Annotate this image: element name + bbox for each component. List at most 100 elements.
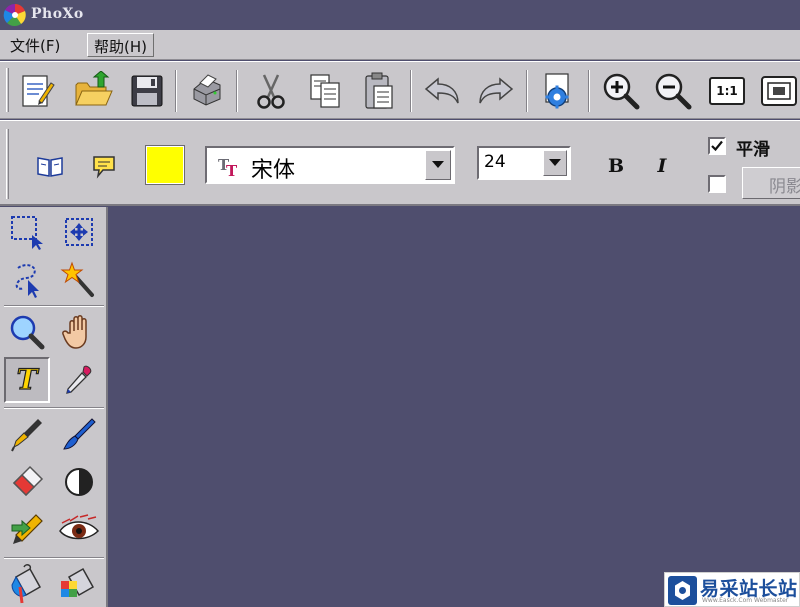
fountain-pen-icon — [11, 419, 42, 452]
print-button[interactable] — [184, 68, 230, 114]
zoom-in-icon — [603, 73, 640, 110]
redo-button[interactable] — [472, 68, 518, 114]
scissors-icon — [257, 74, 285, 109]
redo-arrow-icon — [479, 77, 514, 104]
paste-button[interactable] — [356, 68, 402, 114]
speech-bubble-button[interactable] — [86, 149, 122, 183]
settings-button[interactable] — [534, 68, 580, 114]
shadow-button-label: 阴影 — [769, 177, 800, 197]
chevron-down-icon — [432, 161, 444, 168]
floppy-disk-icon — [131, 75, 163, 107]
undo-arrow-icon — [424, 77, 459, 104]
save-button[interactable] — [124, 68, 170, 114]
chevron-down-icon — [549, 159, 561, 166]
rect-select-tool[interactable] — [4, 209, 50, 255]
actual-size-icon: 1:1 — [709, 77, 745, 105]
text-tool[interactable]: T — [4, 357, 50, 403]
menu-file[interactable]: 文件(F) — [4, 33, 66, 57]
brush-icon — [63, 418, 96, 450]
tool-separator — [4, 305, 104, 307]
watermark-subtext: Www.Easck.Com Webmaster — [702, 597, 789, 604]
truetype-font-icon: T T — [218, 156, 238, 177]
font-size-select[interactable]: 24 — [477, 146, 571, 180]
menu-help[interactable]: 帮助(H) — [87, 33, 154, 57]
phoxo-logo-icon — [3, 3, 26, 27]
text-bar-grip[interactable] — [6, 129, 9, 199]
clone-pencil-icon — [11, 514, 43, 544]
paint-bucket-icon — [11, 564, 42, 604]
lasso-icon — [15, 264, 39, 298]
toolbar-separator — [236, 70, 238, 112]
undo-button[interactable] — [420, 68, 466, 114]
menu-bar: 文件(F) 帮助(H) — [0, 30, 800, 60]
zoom-in-button[interactable] — [598, 68, 644, 114]
copy-button[interactable] — [302, 68, 348, 114]
book-icon — [37, 157, 63, 177]
font-name-select[interactable]: T T 宋体 — [205, 146, 455, 184]
eye-icon — [59, 514, 100, 540]
printer-icon — [193, 74, 221, 106]
bold-button[interactable]: B — [601, 151, 631, 181]
magic-wand-tool[interactable] — [56, 257, 102, 303]
gradient-bucket-icon — [61, 567, 95, 597]
toolbar-separator — [526, 70, 528, 112]
gradient-fill-tool[interactable] — [56, 561, 102, 607]
clone-tool[interactable] — [4, 507, 50, 553]
fit-window-button[interactable] — [756, 68, 800, 114]
hand-tool[interactable] — [56, 309, 102, 355]
contrast-icon — [65, 468, 93, 496]
checkmark-icon — [711, 140, 723, 152]
canvas-area[interactable] — [108, 207, 800, 607]
paint-bucket-tool[interactable] — [4, 561, 50, 607]
eyedropper-tool[interactable] — [56, 357, 102, 403]
text-color-swatch[interactable] — [145, 145, 185, 185]
folder-open-icon — [75, 71, 113, 106]
zoom-out-icon — [655, 73, 692, 110]
gear-document-icon — [545, 73, 569, 109]
text-tool-label: T — [16, 363, 38, 396]
toolbar-separator — [175, 70, 177, 112]
hand-icon — [62, 315, 87, 349]
watermark: 易采站长站 Www.Easck.Com Webmaster — [664, 572, 800, 607]
title-bar: PhoXo — [0, 0, 800, 30]
app-title: PhoXo — [31, 6, 84, 22]
brush-tool[interactable] — [56, 411, 102, 457]
move-selection-tool[interactable] — [56, 209, 102, 255]
tool-separator — [4, 407, 104, 409]
tool-separator — [4, 557, 104, 559]
toolbar-grip[interactable] — [6, 68, 9, 112]
toolbar-separator — [588, 70, 590, 112]
new-document-button[interactable] — [14, 68, 60, 114]
open-button[interactable] — [70, 68, 116, 114]
magnifier-icon — [10, 315, 45, 350]
zoom-out-button[interactable] — [650, 68, 696, 114]
clipboard-icon — [365, 72, 393, 109]
move-selection-icon — [65, 218, 93, 246]
actual-size-label: 1:1 — [716, 84, 738, 98]
cut-button[interactable] — [248, 68, 294, 114]
contrast-tool[interactable] — [56, 459, 102, 505]
lasso-select-tool[interactable] — [4, 257, 50, 303]
font-name-value: 宋体 — [251, 158, 296, 183]
eraser-tool[interactable] — [4, 459, 50, 505]
italic-button[interactable]: I — [647, 151, 677, 181]
text-book-button[interactable] — [32, 149, 68, 183]
zoom-tool[interactable] — [4, 309, 50, 355]
notepad-pencil-icon — [22, 75, 55, 107]
main-toolbar: 1:1 — [0, 61, 800, 119]
font-size-value: 24 — [484, 152, 506, 172]
smooth-label: 平滑 — [736, 140, 770, 160]
pen-tool[interactable] — [4, 411, 50, 457]
font-dropdown-arrow[interactable] — [425, 150, 451, 180]
eraser-icon — [12, 465, 44, 497]
actual-size-button[interactable]: 1:1 — [704, 68, 750, 114]
text-options-bar: T T 宋体 24 B I 平滑 阴影 — [0, 120, 800, 206]
speech-bubble-icon — [93, 156, 115, 179]
shadow-settings-button[interactable]: 阴影 — [742, 167, 800, 199]
font-size-dropdown-arrow[interactable] — [543, 150, 567, 176]
smooth-checkbox[interactable] — [708, 137, 726, 155]
text-tool-icon: T — [16, 363, 38, 396]
red-eye-tool[interactable] — [56, 507, 102, 553]
magic-wand-icon — [60, 261, 94, 297]
shadow-checkbox[interactable] — [708, 175, 726, 193]
